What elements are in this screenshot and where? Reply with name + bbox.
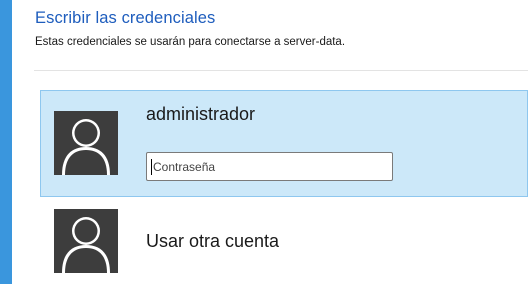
- password-input[interactable]: Contraseña: [146, 152, 393, 181]
- user-icon: [54, 209, 118, 273]
- accent-bar: [0, 0, 12, 284]
- user-icon: [54, 111, 118, 175]
- credential-dialog: Escribir las credenciales Estas credenci…: [0, 0, 528, 284]
- text-caret: [151, 159, 152, 175]
- dialog-title: Escribir las credenciales: [35, 9, 216, 27]
- use-other-account-label[interactable]: Usar otra cuenta: [146, 231, 279, 252]
- dialog-subtitle: Estas credenciales se usarán para conect…: [35, 36, 346, 48]
- password-placeholder: Contraseña: [153, 160, 216, 174]
- account-name: administrador: [146, 104, 256, 124]
- divider: [34, 70, 528, 71]
